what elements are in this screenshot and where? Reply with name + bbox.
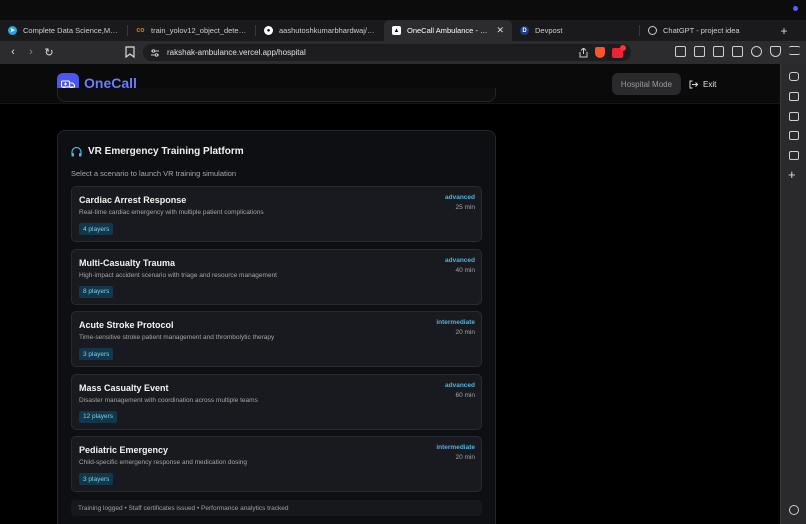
browser-toolbar: ‹ › ↻ rakshak-ambulance.vercel.app/hospi… bbox=[0, 41, 806, 64]
address-bar[interactable]: rakshak-ambulance.vercel.app/hospital bbox=[143, 44, 631, 61]
reload-icon[interactable]: ↻ bbox=[44, 46, 54, 59]
hospital-mode-button[interactable]: Hospital Mode bbox=[612, 73, 681, 95]
leo-icon[interactable] bbox=[751, 46, 762, 57]
difficulty-label: advanced bbox=[445, 381, 475, 389]
vpn-icon[interactable] bbox=[770, 46, 781, 57]
leo-ai-icon[interactable] bbox=[789, 72, 799, 81]
bookmark-icon[interactable] bbox=[125, 46, 135, 58]
tab-strip: ➤ Complete Data Science,Machine co train… bbox=[0, 20, 806, 41]
scenario-name: Cardiac Arrest Response bbox=[79, 195, 187, 205]
telegram-icon: ➤ bbox=[8, 26, 17, 35]
news-panel-icon[interactable] bbox=[789, 151, 799, 160]
sidebar-icon[interactable] bbox=[713, 46, 724, 57]
tab-4-active[interactable]: ▲ OneCall Ambulance - Emerg ✕ bbox=[384, 20, 512, 41]
tab-title: Devpost bbox=[535, 26, 563, 35]
reading-list-icon[interactable] bbox=[789, 92, 799, 101]
scenario-name: Multi-Casualty Trauma bbox=[79, 257, 176, 268]
tab-5[interactable]: D Devpost bbox=[512, 20, 640, 41]
tab-title: OneCall Ambulance - Emerg bbox=[407, 26, 491, 35]
scenario-card-mass-casualty[interactable]: Mass Casualty Event Disaster management … bbox=[71, 373, 482, 430]
vr-training-panel: VR Emergency Training Platform Select a … bbox=[57, 130, 496, 524]
vercel-icon: ▲ bbox=[392, 26, 401, 35]
headphones-icon bbox=[71, 146, 82, 156]
tab-title: aashutoshkumarbhardwaj/Raksh bbox=[279, 26, 376, 35]
training-footer-note: Training logged • Staff certificates iss… bbox=[71, 500, 482, 516]
difficulty-label: advanced bbox=[445, 194, 475, 201]
players-badge: 3 players bbox=[79, 473, 114, 486]
gear-icon[interactable] bbox=[789, 505, 799, 515]
duration-label: 25 min bbox=[455, 204, 475, 211]
window-titlebar bbox=[0, 0, 806, 20]
back-icon[interactable]: ‹ bbox=[8, 46, 18, 59]
site-settings-icon[interactable] bbox=[151, 48, 159, 57]
scenario-card-cardiac-arrest[interactable]: Cardiac Arrest Response Real-time cardia… bbox=[71, 186, 482, 242]
previous-section-card bbox=[57, 88, 496, 102]
scenario-card-acute-stroke[interactable]: Acute Stroke Protocol Time-sensitive str… bbox=[71, 311, 482, 368]
players-badge: 8 players bbox=[79, 285, 114, 298]
scenario-name: Mass Casualty Event bbox=[79, 382, 169, 393]
panel-title: VR Emergency Training Platform bbox=[88, 146, 244, 157]
new-tab-button[interactable]: + bbox=[774, 24, 794, 38]
scenario-description: High-impact accident scenario with triag… bbox=[79, 271, 277, 279]
tab-2[interactable]: co train_yolov12_object_detection bbox=[128, 20, 256, 41]
difficulty-label: intermediate bbox=[436, 319, 475, 327]
scenario-name: Acute Stroke Protocol bbox=[79, 320, 174, 331]
extensions-icon[interactable] bbox=[675, 46, 686, 57]
scenario-card-multi-casualty[interactable]: Multi-Casualty Trauma High-impact accide… bbox=[71, 248, 482, 305]
bookmarks-panel-icon[interactable] bbox=[789, 131, 799, 140]
colab-icon: co bbox=[136, 26, 145, 35]
tab-title: train_yolov12_object_detection bbox=[151, 26, 248, 35]
scenario-description: Child-specific emergency response and me… bbox=[79, 459, 248, 467]
scenario-description: Disaster management with coordination ac… bbox=[79, 396, 258, 404]
difficulty-label: advanced bbox=[445, 256, 475, 264]
wallet-panel-icon[interactable] bbox=[789, 112, 799, 121]
reader-icon[interactable] bbox=[694, 46, 705, 57]
difficulty-label: intermediate bbox=[436, 444, 475, 452]
exit-button[interactable]: Exit bbox=[689, 73, 716, 95]
panel-subtitle: Select a scenario to launch VR training … bbox=[71, 169, 237, 178]
exit-label: Exit bbox=[703, 79, 717, 89]
chatgpt-icon bbox=[648, 26, 657, 35]
menu-icon[interactable] bbox=[789, 46, 800, 55]
browser-side-panel: + bbox=[780, 64, 806, 524]
scenario-description: Real-time cardiac emergency with multipl… bbox=[79, 209, 264, 216]
brave-rewards-icon[interactable] bbox=[612, 44, 626, 58]
tab-6[interactable]: ChatGPT - project idea bbox=[640, 20, 768, 41]
logout-icon bbox=[689, 80, 698, 88]
close-tab-icon[interactable]: ✕ bbox=[496, 25, 504, 36]
add-panel-icon[interactable]: + bbox=[788, 168, 796, 181]
share-icon[interactable] bbox=[579, 47, 588, 58]
status-dot bbox=[793, 6, 798, 11]
players-badge: 12 players bbox=[79, 410, 117, 423]
duration-label: 20 min bbox=[455, 454, 475, 462]
scenario-name: Pediatric Emergency bbox=[79, 445, 169, 456]
players-badge: 4 players bbox=[79, 223, 114, 235]
wallet-icon[interactable] bbox=[732, 46, 743, 57]
players-badge: 3 players bbox=[79, 348, 114, 361]
forward-icon[interactable]: › bbox=[26, 46, 36, 59]
url-text: rakshak-ambulance.vercel.app/hospital bbox=[167, 48, 306, 57]
github-icon: ● bbox=[264, 26, 273, 35]
tab-title: ChatGPT - project idea bbox=[663, 26, 740, 35]
page-viewport: OneCall Hospital Mode Exit VR Emergency … bbox=[0, 64, 780, 524]
devpost-icon: D bbox=[520, 26, 529, 35]
scenario-list: Cardiac Arrest Response Real-time cardia… bbox=[71, 186, 482, 499]
tab-3[interactable]: ● aashutoshkumarbhardwaj/Raksh bbox=[256, 20, 384, 41]
tab-1[interactable]: ➤ Complete Data Science,Machine bbox=[0, 20, 128, 41]
duration-label: 60 min bbox=[455, 391, 475, 399]
scenario-description: Time-sensitive stroke patient management… bbox=[79, 334, 275, 342]
duration-label: 20 min bbox=[455, 329, 475, 337]
duration-label: 40 min bbox=[455, 266, 475, 274]
tab-title: Complete Data Science,Machine bbox=[23, 26, 120, 35]
brave-shields-icon[interactable] bbox=[595, 47, 605, 58]
scenario-card-pediatric[interactable]: Pediatric Emergency Child-specific emerg… bbox=[71, 436, 482, 493]
